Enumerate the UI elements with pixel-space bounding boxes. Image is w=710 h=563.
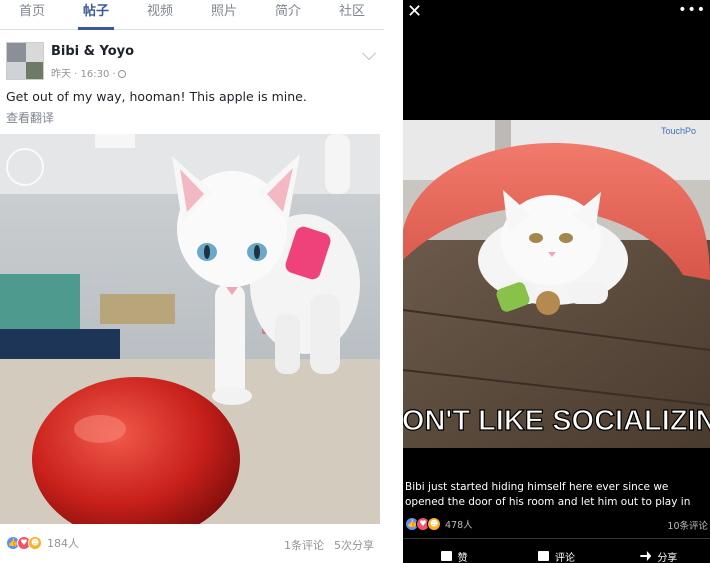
- more-options-icon[interactable]: •••: [678, 2, 706, 18]
- reaction-summary[interactable]: 👍 ♥ ☻ 184人: [6, 535, 79, 551]
- action-divider: [403, 538, 710, 539]
- haha-reaction-icon: ☻: [427, 517, 441, 531]
- viewer-comment-count[interactable]: 10条评论: [667, 518, 708, 532]
- like-label: 赞: [457, 552, 468, 563]
- comment-count[interactable]: 1条评论: [284, 539, 324, 552]
- page-post-panel: 首页 帖子 视频 照片 简介 社区 Bibi & Yoyo 昨天 · 16:30…: [0, 0, 384, 563]
- share-label: 分享: [657, 552, 678, 563]
- tab-posts[interactable]: 帖子: [64, 0, 128, 30]
- viewer-reaction-count: 478人: [445, 520, 473, 531]
- share-button[interactable]: 分享: [608, 549, 710, 563]
- comment-button[interactable]: 评论: [505, 549, 607, 563]
- viewer-photo[interactable]: TouchPo I DON'T LIKE SOCIALIZING.: [403, 120, 710, 448]
- tab-home[interactable]: 首页: [0, 0, 64, 29]
- panel-divider: [384, 0, 403, 563]
- post-photo[interactable]: [0, 134, 380, 524]
- share-count[interactable]: 5次分享: [334, 539, 374, 552]
- tab-community[interactable]: 社区: [320, 0, 384, 29]
- close-icon[interactable]: ✕: [407, 2, 422, 22]
- post-time: 昨天 · 16:30 ·: [51, 65, 126, 80]
- avatar[interactable]: [6, 42, 44, 80]
- viewer-reaction-summary[interactable]: 👍 ♥ ☻ 478人: [405, 517, 473, 531]
- tab-videos[interactable]: 视频: [128, 0, 192, 29]
- photo-viewer: ✕ ••• TouchPo ON'T LIKE SOCIALIZIN Bibi …: [403, 0, 710, 563]
- watermark-text: TouchPo: [661, 126, 696, 136]
- like-button[interactable]: 赞: [403, 549, 505, 563]
- see-translation-link[interactable]: 查看翻译: [6, 109, 54, 126]
- post-stats: 1条评论 5次分享: [274, 537, 374, 553]
- meme-caption: I DON'T LIKE SOCIALIZING.: [403, 405, 710, 437]
- globe-icon: [117, 70, 126, 78]
- post-time-text: 昨天 · 16:30 ·: [51, 69, 116, 80]
- post-header: Bibi & Yoyo 昨天 · 16:30 ·: [6, 42, 380, 82]
- tab-about[interactable]: 简介: [256, 0, 320, 29]
- reaction-count: 184人: [47, 537, 79, 550]
- chevron-down-icon[interactable]: [361, 45, 377, 61]
- author-name[interactable]: Bibi & Yoyo: [51, 44, 134, 59]
- viewer-actions: 赞 评论 分享: [403, 549, 710, 563]
- post-text: Get out of my way, hooman! This apple is…: [6, 89, 307, 104]
- share-icon: [640, 551, 652, 561]
- thumbs-up-icon: [440, 551, 452, 561]
- photo-caption: Bibi just started hiding himself here ev…: [405, 481, 691, 508]
- page-tabs: 首页 帖子 视频 照片 简介 社区: [0, 0, 384, 30]
- tab-photos[interactable]: 照片: [192, 0, 256, 29]
- comment-label: 评论: [554, 552, 575, 563]
- haha-reaction-icon: ☻: [28, 536, 42, 550]
- comment-icon: [537, 551, 549, 561]
